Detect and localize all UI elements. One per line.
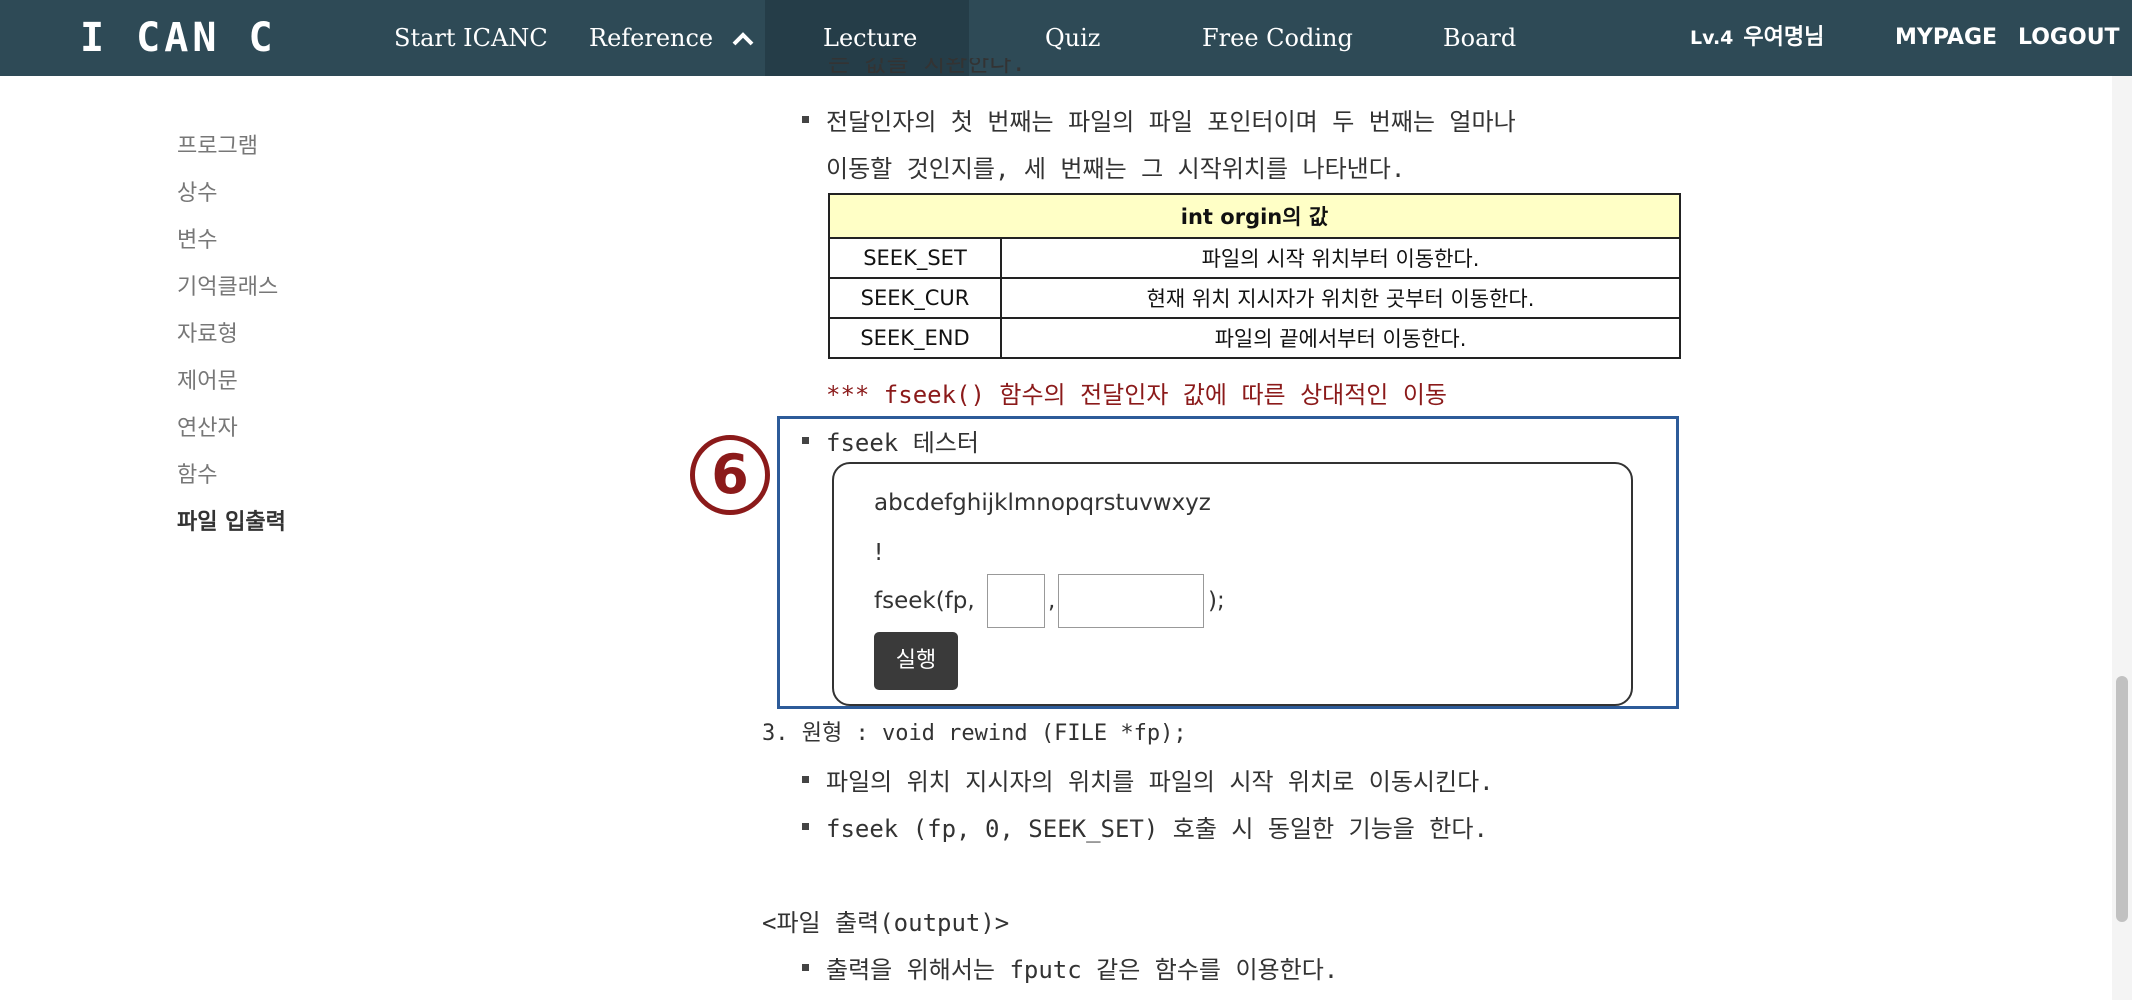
site-logo[interactable]: I CAN C	[80, 0, 277, 76]
alphabet-text: abcdefghijklmnopqrstuvwxyz	[874, 490, 1211, 516]
page-scrollbar[interactable]	[2112, 76, 2132, 1000]
origin-values-table: int orgin의 값 SEEK_SET 파일의 시작 위치부터 이동한다. …	[828, 193, 1681, 359]
table-header: int orgin의 값	[828, 193, 1681, 239]
user-name: 우여명님	[1743, 25, 1825, 50]
rewind-prototype: 3. 원형 : void rewind (FILE *fp);	[762, 721, 1187, 746]
table-cell-key: SEEK_CUR	[828, 277, 1002, 319]
nav-reference-label: Reference	[589, 24, 714, 52]
result-output: !	[874, 540, 884, 566]
sidebar-item-variable[interactable]: 변수	[177, 222, 286, 269]
nav-start-icanc[interactable]: Start ICANC	[394, 0, 548, 76]
table-row: SEEK_CUR 현재 위치 지시자가 위치한 곳부터 이동한다.	[828, 277, 1681, 319]
origin-desc-line-1: 전달인자의 첫 번째는 파일의 파일 포인터이며 두 번째는 얼마나	[802, 102, 1516, 137]
scrollbar-thumb[interactable]	[2116, 676, 2128, 922]
sidebar-item-control[interactable]: 제어문	[177, 363, 286, 410]
reference-sidebar: 프로그램 상수 변수 기억클래스 자료형 제어문 연산자 함수 파일 입출력	[177, 128, 286, 551]
table-row: SEEK_END 파일의 끝에서부터 이동한다.	[828, 317, 1681, 359]
step-number-marker: 6	[690, 435, 770, 515]
rewind-desc-2: fseek (fp, 0, SEEK_SET) 호출 시 동일한 기능을 한다.	[802, 809, 1488, 844]
output-desc-1: 출력을 위해서는 fputc 같은 함수를 이용한다.	[801, 950, 1338, 985]
arg-separator: ,	[1048, 588, 1056, 614]
fseek-call-suffix: );	[1208, 588, 1225, 614]
user-level: Lv.4 우여명님	[1690, 0, 1824, 76]
nav-free-coding[interactable]: Free Coding	[1202, 0, 1353, 76]
level-badge: Lv.4	[1690, 27, 1734, 49]
sidebar-item-constant[interactable]: 상수	[177, 175, 286, 222]
logout-link[interactable]: LOGOUT	[2018, 0, 2120, 76]
run-button[interactable]: 실행	[874, 632, 958, 690]
origin-input[interactable]	[1058, 574, 1204, 628]
rewind-desc-1: 파일의 위치 지시자의 위치를 파일의 시작 위치로 이동시킨다.	[802, 762, 1494, 797]
table-cell-desc: 현재 위치 지시자가 위치한 곳부터 이동한다.	[1000, 277, 1681, 319]
origin-desc-line-2: 이동할 것인지를, 세 번째는 그 시작위치를 나타낸다.	[826, 155, 1406, 183]
table-cell-desc: 파일의 시작 위치부터 이동한다.	[1000, 237, 1681, 279]
sidebar-item-file-io[interactable]: 파일 입출력	[177, 504, 286, 551]
sidebar-item-data-type[interactable]: 자료형	[177, 316, 286, 363]
fseek-call-prefix: fseek(fp,	[874, 588, 975, 614]
nav-reference[interactable]: Reference	[589, 0, 755, 76]
sidebar-item-function[interactable]: 함수	[177, 457, 286, 504]
table-cell-key: SEEK_SET	[828, 237, 1002, 279]
fseek-tester-label: fseek 테스터	[802, 423, 979, 458]
nav-quiz[interactable]: Quiz	[1045, 0, 1100, 76]
mypage-link[interactable]: MYPAGE	[1895, 0, 1997, 76]
partial-text-line: 는 값을 치완한다.	[828, 58, 1026, 77]
output-heading: <파일 출력(output)>	[762, 909, 1010, 937]
fseek-note: *** fseek() 함수의 전달인자 값에 따른 상대적인 이동	[826, 381, 1447, 409]
table-cell-key: SEEK_END	[828, 317, 1002, 359]
table-row: SEEK_SET 파일의 시작 위치부터 이동한다.	[828, 237, 1681, 279]
sidebar-item-operator[interactable]: 연산자	[177, 410, 286, 457]
fseek-tester-panel: abcdefghijklmnopqrstuvwxyz ! fseek(fp, ,…	[832, 462, 1633, 706]
table-cell-desc: 파일의 끝에서부터 이동한다.	[1000, 317, 1681, 359]
nav-board[interactable]: Board	[1443, 0, 1516, 76]
chevron-up-icon	[731, 2, 755, 78]
sidebar-item-storage-class[interactable]: 기억클래스	[177, 269, 286, 316]
offset-input[interactable]	[987, 574, 1045, 628]
sidebar-item-program[interactable]: 프로그램	[177, 128, 286, 175]
top-nav-bar: I CAN C Start ICANC Reference Lecture Qu…	[0, 0, 2132, 76]
